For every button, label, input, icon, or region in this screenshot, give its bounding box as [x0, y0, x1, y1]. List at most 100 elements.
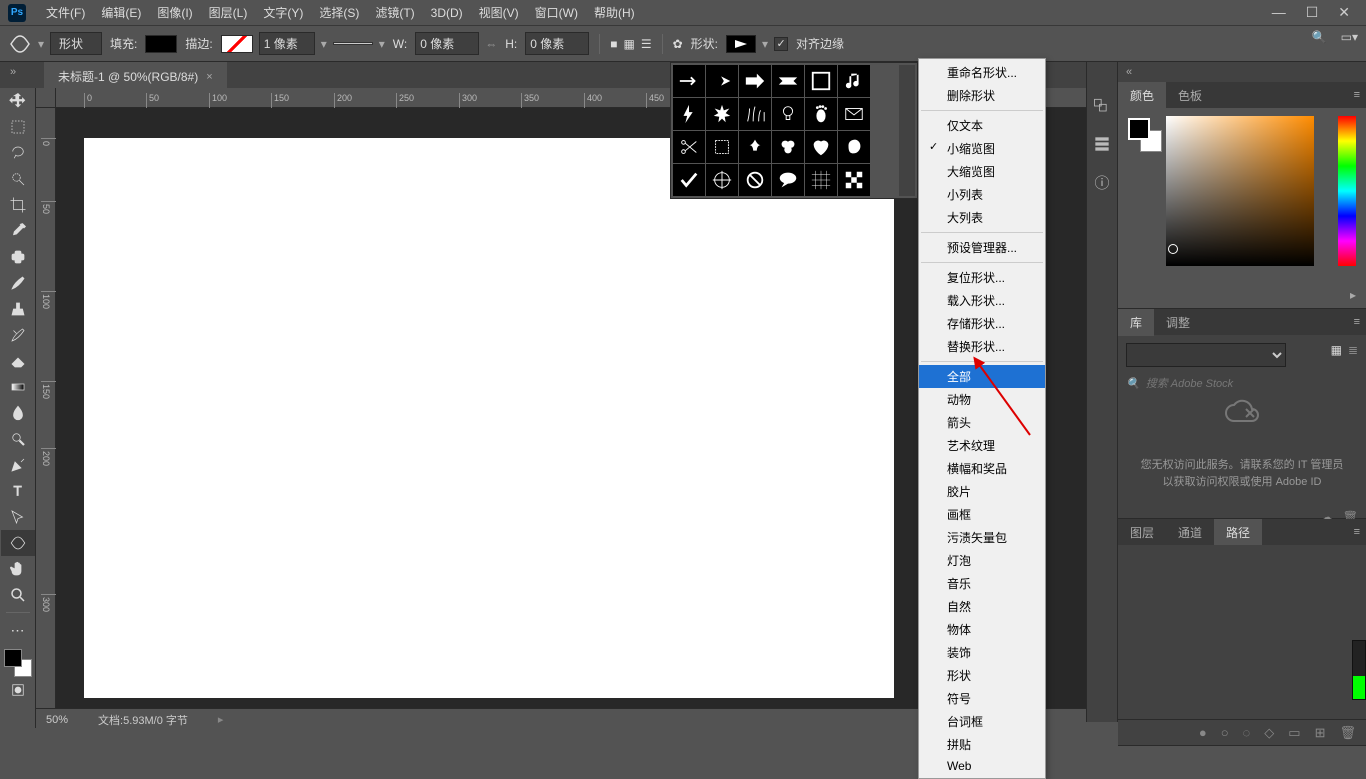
menu-music[interactable]: 音乐: [919, 572, 1045, 595]
shape-frame[interactable]: [805, 65, 837, 97]
selection-to-path-icon[interactable]: ◇: [1264, 725, 1274, 741]
stroke-style-chevron-icon[interactable]: ▾: [379, 37, 385, 51]
menu-reset-shapes[interactable]: 复位形状...: [919, 266, 1045, 289]
tab-adjustments[interactable]: 调整: [1154, 309, 1202, 336]
align-edges-checkbox[interactable]: ✓: [774, 37, 788, 51]
shape-options-icon[interactable]: ✿: [673, 37, 683, 51]
menu-arrows[interactable]: 箭头: [919, 411, 1045, 434]
info-panel-icon[interactable]: ⓘ: [1092, 172, 1112, 192]
menu-layer[interactable]: 图层(L): [201, 0, 256, 25]
healing-tool[interactable]: [1, 244, 35, 270]
stroke-path-icon[interactable]: ○: [1221, 725, 1229, 740]
menu-view[interactable]: 视图(V): [471, 0, 527, 25]
shape-arrow-block[interactable]: [739, 65, 771, 97]
clone-tool[interactable]: [1, 296, 35, 322]
properties-panel-icon[interactable]: [1092, 134, 1112, 154]
foreground-color[interactable]: [4, 649, 22, 667]
blur-tool[interactable]: [1, 400, 35, 426]
crop-tool[interactable]: [1, 192, 35, 218]
maximize-icon[interactable]: ☐: [1306, 4, 1319, 21]
menu-save-shapes[interactable]: 存储形状...: [919, 312, 1045, 335]
menu-small-list[interactable]: 小列表: [919, 183, 1045, 206]
panel-menu-icon[interactable]: ≡: [1354, 316, 1360, 328]
width-field[interactable]: 0 像素: [415, 32, 479, 55]
fill-path-icon[interactable]: ●: [1199, 725, 1207, 740]
lasso-tool[interactable]: [1, 140, 35, 166]
shape-no[interactable]: [739, 164, 771, 196]
panel-fg-color[interactable]: [1128, 118, 1150, 140]
tool-chevron-icon[interactable]: ▾: [38, 37, 44, 51]
menu-lightbulb[interactable]: 灯泡: [919, 549, 1045, 572]
menu-load-shapes[interactable]: 载入形状...: [919, 289, 1045, 312]
menu-preset-manager[interactable]: 预设管理器...: [919, 236, 1045, 259]
shape-music-note[interactable]: [838, 65, 870, 97]
stroke-width-field[interactable]: 1 像素: [259, 32, 315, 55]
shape-chevron-icon[interactable]: ▾: [762, 37, 768, 51]
new-path-icon[interactable]: ⊞: [1315, 725, 1326, 741]
menu-frames[interactable]: 画框: [919, 503, 1045, 526]
status-chevron-icon[interactable]: ▸: [218, 713, 224, 726]
menu-image[interactable]: 图像(I): [149, 0, 200, 25]
gradient-tool[interactable]: [1, 374, 35, 400]
menu-filter[interactable]: 滤镜(T): [367, 0, 422, 25]
shape-fleur[interactable]: [739, 131, 771, 163]
tab-color[interactable]: 颜色: [1118, 82, 1166, 109]
edit-toolbar-icon[interactable]: ⋯: [1, 617, 35, 643]
minimize-icon[interactable]: —: [1272, 4, 1286, 21]
stroke-style-preview[interactable]: [333, 42, 373, 45]
shape-check[interactable]: [673, 164, 705, 196]
eyedropper-tool[interactable]: [1, 218, 35, 244]
workspace-icon[interactable]: ▭▾: [1341, 30, 1358, 44]
menu-replace-shapes[interactable]: 替换形状...: [919, 335, 1045, 358]
tab-libraries[interactable]: 库: [1118, 309, 1154, 336]
tab-close-icon[interactable]: ×: [206, 71, 212, 83]
grid-view-icon[interactable]: ▦: [1331, 343, 1342, 357]
menu-symbols[interactable]: 符号: [919, 687, 1045, 710]
menu-window[interactable]: 窗口(W): [527, 0, 586, 25]
search-icon[interactable]: 🔍: [1312, 30, 1327, 44]
shape-preview[interactable]: [726, 35, 756, 53]
ruler-vertical[interactable]: 0 50 100 150 200 300: [36, 108, 56, 730]
shape-heart[interactable]: [805, 131, 837, 163]
shape-target[interactable]: [706, 164, 738, 196]
stroke-width-chevron-icon[interactable]: ▾: [321, 37, 327, 51]
path-align-icon[interactable]: ▦: [624, 37, 635, 51]
eraser-tool[interactable]: [1, 348, 35, 374]
close-icon[interactable]: ✕: [1338, 4, 1350, 21]
path-select-tool[interactable]: [1, 504, 35, 530]
menu-text-only[interactable]: 仅文本: [919, 114, 1045, 137]
menu-banners[interactable]: 横幅和奖品: [919, 457, 1045, 480]
link-wh-icon[interactable]: ⇔: [485, 37, 497, 51]
tab-paths[interactable]: 路径: [1214, 519, 1262, 546]
menu-type[interactable]: 文字(Y): [255, 0, 311, 25]
libs-search-placeholder[interactable]: 搜索 Adobe Stock: [1146, 375, 1233, 391]
shape-blob[interactable]: [838, 131, 870, 163]
color-picker-marker[interactable]: [1168, 244, 1178, 254]
color-swatches[interactable]: [4, 649, 32, 677]
shape-stamp[interactable]: [706, 131, 738, 163]
pen-tool[interactable]: [1, 452, 35, 478]
menu-edit[interactable]: 编辑(E): [93, 0, 149, 25]
shape-scrollbar[interactable]: [899, 65, 915, 196]
path-arrange-icon[interactable]: ☰: [641, 37, 652, 51]
list-view-icon[interactable]: ≣: [1348, 343, 1358, 357]
history-brush-tool[interactable]: [1, 322, 35, 348]
panel-menu-icon[interactable]: ≡: [1354, 526, 1360, 538]
menu-nature[interactable]: 自然: [919, 595, 1045, 618]
move-tool[interactable]: [1, 88, 35, 114]
tab-swatches[interactable]: 色板: [1166, 82, 1214, 109]
menu-artistic[interactable]: 艺术纹理: [919, 434, 1045, 457]
path-to-selection-icon[interactable]: ◌: [1243, 725, 1251, 740]
menu-ornaments[interactable]: 装饰: [919, 641, 1045, 664]
panel-collapse-icon[interactable]: «: [1118, 62, 1366, 82]
shape-speech[interactable]: [772, 164, 804, 196]
history-panel-icon[interactable]: [1092, 96, 1112, 116]
menu-help[interactable]: 帮助(H): [586, 0, 643, 25]
fill-swatch[interactable]: [145, 35, 177, 53]
menu-delete-shape[interactable]: 删除形状: [919, 84, 1045, 107]
tab-channels[interactable]: 通道: [1166, 519, 1214, 546]
brush-tool[interactable]: [1, 270, 35, 296]
tool-mode-select[interactable]: 形状: [50, 32, 102, 55]
shape-clover[interactable]: [772, 131, 804, 163]
menu-animals[interactable]: 动物: [919, 388, 1045, 411]
